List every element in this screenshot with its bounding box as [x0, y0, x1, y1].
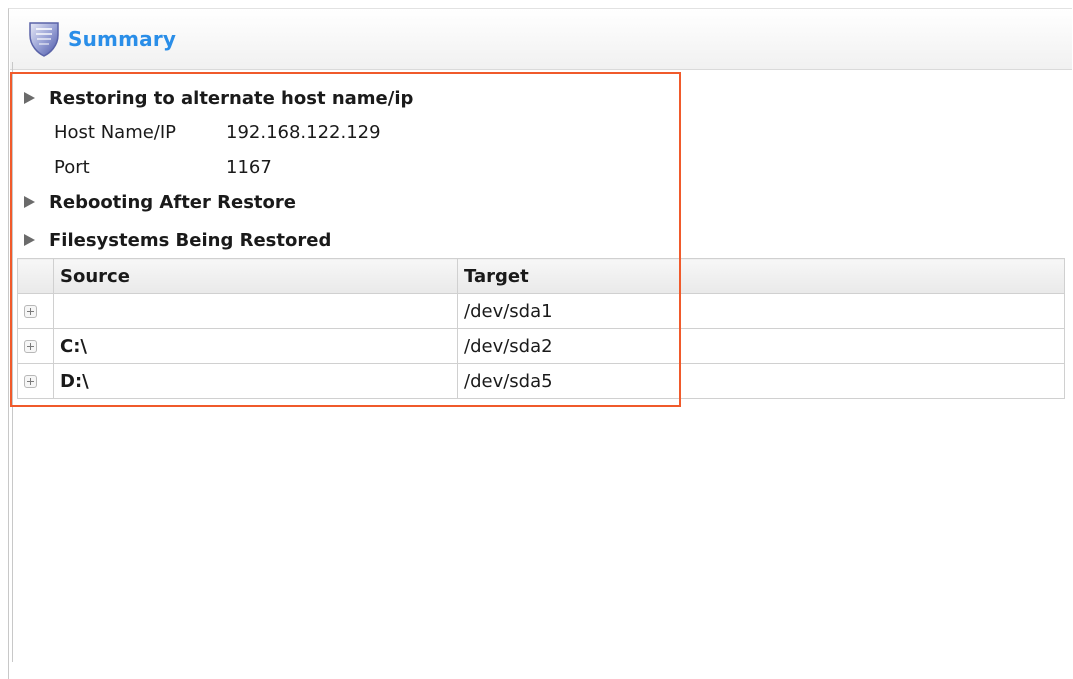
row-expander[interactable] [17, 293, 54, 329]
shield-icon [24, 19, 64, 59]
field-label: Port [54, 156, 90, 178]
section-alternate-host[interactable]: Restoring to alternate host name/ip [24, 85, 413, 111]
row-expander[interactable] [17, 328, 54, 364]
target-cell: /dev/sda2 [457, 328, 1065, 364]
table-row[interactable]: C:\ /dev/sda2 [17, 328, 1065, 364]
expand-arrow-icon[interactable] [24, 92, 35, 104]
table-row[interactable]: /dev/sda1 [17, 293, 1065, 329]
column-header-source[interactable]: Source [53, 258, 458, 294]
section-title-filesystems: Filesystems Being Restored [49, 229, 332, 251]
source-cell: D:\ [53, 363, 458, 399]
target-cell: /dev/sda5 [457, 363, 1065, 399]
table-row[interactable]: D:\ /dev/sda5 [17, 363, 1065, 399]
target-cell: /dev/sda1 [457, 293, 1065, 329]
section-rebooting[interactable]: Rebooting After Restore [24, 189, 296, 215]
field-value: 192.168.122.129 [226, 121, 381, 143]
panel-header: Summary [10, 9, 1072, 70]
source-cell [53, 293, 458, 329]
expand-arrow-icon[interactable] [24, 234, 35, 246]
column-header-target[interactable]: Target [457, 258, 1065, 294]
section-filesystems[interactable]: Filesystems Being Restored [24, 227, 331, 253]
panel-title: Summary [68, 27, 177, 51]
expander-column-header [17, 258, 54, 294]
row-expander[interactable] [17, 363, 54, 399]
expand-arrow-icon[interactable] [24, 196, 35, 208]
section-title-alternate-host: Restoring to alternate host name/ip [49, 87, 414, 109]
filesystems-table: Source Target /dev/sda1 C:\ /dev/sda2 D:… [17, 258, 1065, 399]
field-host-name-ip: Host Name/IP 192.168.122.129 [54, 119, 381, 145]
section-title-rebooting: Rebooting After Restore [49, 191, 296, 213]
field-value: 1167 [226, 156, 272, 178]
expand-plus-icon[interactable] [24, 305, 37, 318]
field-port: Port 1167 [54, 154, 272, 180]
source-cell: C:\ [53, 328, 458, 364]
field-label: Host Name/IP [54, 121, 177, 143]
table-header-row: Source Target [17, 258, 1065, 294]
expand-plus-icon[interactable] [24, 375, 37, 388]
expand-plus-icon[interactable] [24, 340, 37, 353]
